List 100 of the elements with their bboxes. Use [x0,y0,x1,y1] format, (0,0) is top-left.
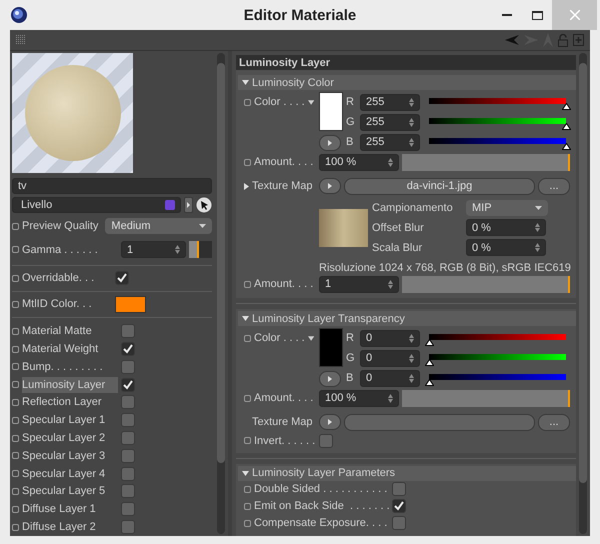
checkbox[interactable] [121,342,135,356]
checkbox[interactable] [121,484,135,498]
channel-item[interactable]: Material Weight [22,341,118,358]
amount-slider[interactable] [402,154,570,171]
slider-thumb[interactable] [562,122,571,130]
number-field[interactable]: 0 % [466,239,546,256]
spinner-arrows-icon[interactable] [175,245,180,254]
number-field[interactable]: 0 % [466,219,546,236]
channel-item[interactable]: Specular Layer 2 [22,430,118,446]
channel-item[interactable]: Specular Layer 4 [22,466,118,482]
checkbox[interactable] [115,271,129,286]
spinner-arrows-icon[interactable] [388,158,393,167]
caret-right-icon[interactable] [244,182,249,190]
amount-slider[interactable] [402,390,570,407]
play-icon [328,140,332,146]
play-icon [187,202,190,208]
scrollbar[interactable] [217,53,225,534]
channel-label: R [346,96,355,108]
spinner-arrows-icon[interactable] [388,280,393,289]
color-swatch[interactable] [115,296,146,313]
number-field[interactable]: 0 [360,370,420,387]
spinner-arrows-icon[interactable] [388,394,393,403]
slider-thumb[interactable] [425,358,434,366]
preview-quality-label: Preview Quality [22,220,98,232]
checkbox[interactable] [392,482,406,496]
gamma-slider[interactable] [189,241,212,258]
channel-item[interactable]: Material Matte [22,323,118,340]
caret-down-icon[interactable] [242,470,249,476]
checkbox[interactable] [121,502,135,516]
checkbox[interactable] [121,324,135,338]
parameter-label: Double Sided . . . . . . . . . . . [254,483,388,496]
channel-item[interactable]: Bump. . . . . . . . . [22,358,118,375]
number-field[interactable]: 0 [360,330,420,347]
channel-item[interactable]: Specular Layer 3 [22,448,118,464]
close-icon [570,10,580,20]
grip-icon[interactable] [16,35,26,45]
color-swatch[interactable] [319,92,343,132]
gamma-field[interactable]: 1 [121,241,186,258]
checkbox[interactable] [121,395,135,410]
checkbox[interactable] [121,378,135,392]
number-field[interactable]: 100 % [319,390,399,407]
channel-item[interactable]: Specular Layer 1 [22,412,118,428]
number-field[interactable]: 100 % [319,154,399,171]
preview-quality-dropdown[interactable]: Medium [105,218,212,234]
scrollbar[interactable] [579,53,587,534]
caret-down-icon[interactable] [308,336,314,341]
slider-thumb[interactable] [425,338,434,346]
spinner-arrows-icon[interactable] [409,354,414,363]
browse-button[interactable]: ... [538,414,570,431]
spinner-arrows-icon[interactable] [535,223,540,232]
back-arrow-icon[interactable] [505,35,519,45]
checkbox[interactable] [121,413,135,428]
slider-thumb[interactable] [562,142,571,150]
spinner-arrows-icon[interactable] [409,374,414,383]
number-field[interactable]: 255 [360,114,420,131]
spinner-arrows-icon[interactable] [409,118,414,127]
window-title: Editor Materiale [244,7,356,24]
spinner-arrows-icon[interactable] [409,138,414,147]
name-field[interactable]: tv [12,178,212,194]
sampling-dropdown[interactable]: MIP [466,200,548,216]
caret-down-icon[interactable] [308,100,314,105]
browse-button[interactable]: ... [538,178,570,195]
number-field[interactable]: 255 [360,94,420,111]
number-field[interactable]: 255 [360,134,420,151]
spinner-arrows-icon[interactable] [409,98,414,107]
checkbox[interactable] [319,434,333,448]
caret-down-icon[interactable] [242,316,249,322]
play-button[interactable] [319,178,341,194]
caret-down-icon[interactable] [242,80,249,86]
layer-field[interactable]: Livello [12,197,181,214]
section-title[interactable]: Luminosity Color [252,76,334,89]
channel-item[interactable]: Specular Layer 5 [22,483,118,500]
checkbox[interactable] [121,431,135,446]
slider-thumb[interactable] [562,102,571,110]
number-field[interactable]: 1 [319,276,399,293]
amount-slider[interactable] [402,276,570,293]
checkbox[interactable] [121,360,135,374]
number-field[interactable]: 0 [360,350,420,367]
channel-item[interactable]: Luminosity Layer [22,376,118,393]
color-label: Color . . . . [254,332,305,344]
channel-item[interactable]: Reflection Layer [22,394,118,410]
checkbox[interactable] [121,520,135,534]
checkbox[interactable] [121,466,135,481]
arrow-button[interactable] [184,197,193,214]
play-button[interactable] [319,371,341,388]
color-swatch[interactable] [319,328,343,368]
checkbox[interactable] [392,499,406,514]
spinner-arrows-icon[interactable] [535,243,540,252]
play-icon [328,376,332,382]
slider-thumb[interactable] [425,378,434,386]
checkbox[interactable] [121,448,135,463]
channel-label: B [346,136,354,148]
play-button[interactable] [319,135,341,152]
checkbox[interactable] [392,516,406,530]
file-button[interactable]: da-vinci-1.jpg [344,178,535,195]
spinner-arrows-icon[interactable] [409,334,414,343]
play-button[interactable] [319,414,341,430]
channel-item[interactable]: Diffuse Layer 2 [22,519,118,536]
pointer-icon[interactable] [196,197,212,214]
channel-item[interactable]: Diffuse Layer 1 [22,501,118,518]
